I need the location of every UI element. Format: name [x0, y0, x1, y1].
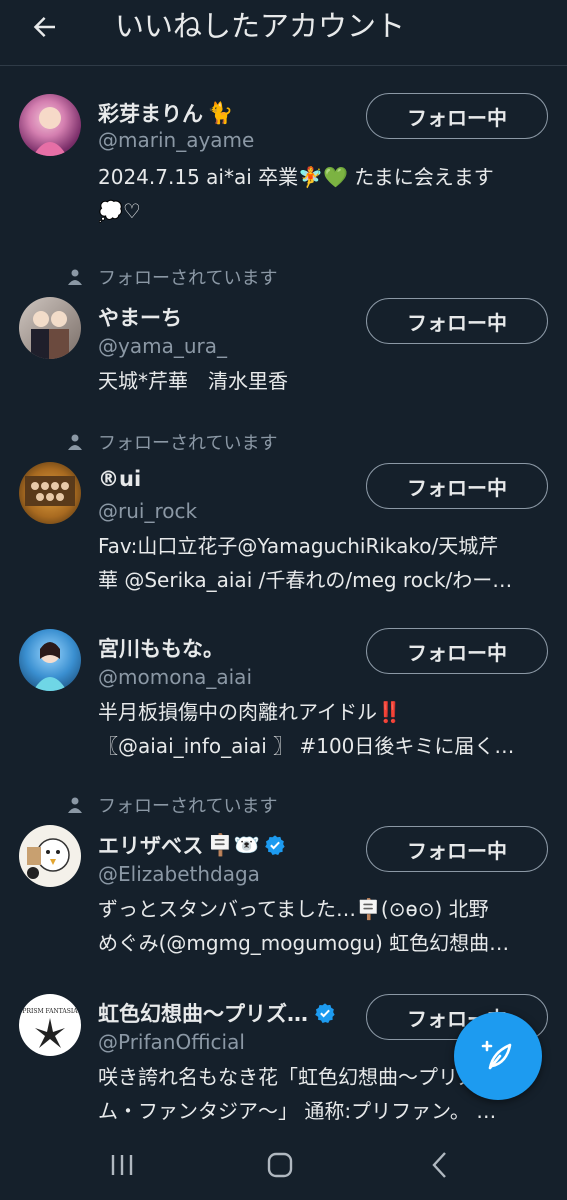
following-button[interactable]: フォロー中 — [366, 628, 548, 674]
bio: 天城*芹華 清水里香 — [98, 369, 288, 393]
following-button[interactable]: フォロー中 — [366, 298, 548, 344]
username: @marin_ayame — [98, 128, 255, 152]
back-button[interactable] — [28, 10, 62, 44]
username: @PrifanOfficial — [98, 1030, 245, 1054]
following-button[interactable]: フォロー中 — [366, 826, 548, 872]
following-button[interactable]: フォロー中 — [366, 93, 548, 139]
verified-badge-icon — [315, 1003, 335, 1023]
display-name[interactable]: やまーち — [98, 302, 182, 332]
person-icon — [68, 797, 82, 813]
recents-button[interactable] — [105, 1148, 139, 1182]
avatar[interactable] — [19, 94, 81, 156]
compose-button[interactable] — [454, 1012, 542, 1100]
bio: 半月板損傷中の肉離れアイドル‼️ 〖@aiai_info_aiai 〗 #100… — [98, 700, 515, 758]
display-name[interactable]: 虹色幻想曲〜プリズ… — [98, 998, 336, 1028]
home-icon — [267, 1152, 293, 1178]
username: @yama_ura_ — [98, 334, 227, 358]
bio: 2024.7.15 ai*ai 卒業🧚💚 たまに会えます 💭♡ — [98, 165, 494, 223]
avatar[interactable] — [19, 462, 81, 524]
top-app-bar: いいねしたアカウント — [0, 0, 567, 66]
avatar[interactable] — [19, 825, 81, 887]
avatar[interactable] — [19, 629, 81, 691]
recents-icon — [111, 1155, 133, 1175]
person-icon — [68, 269, 82, 285]
home-button[interactable] — [263, 1148, 297, 1182]
system-navigation-bar — [0, 1130, 567, 1200]
svg-text:PRISM FANTASIA: PRISM FANTASIA — [22, 1008, 78, 1015]
avatar[interactable]: PRISM FANTASIA — [19, 994, 81, 1056]
display-name[interactable]: 宮川ももな。 — [98, 633, 224, 663]
bio: Fav:山口立花子@YamaguchiRikako/天城芹 華 @Serika_… — [98, 534, 513, 592]
display-name[interactable]: ®ui — [98, 467, 141, 491]
page-title: いいねしたアカウント — [115, 9, 406, 43]
arrow-left-icon — [33, 17, 55, 37]
following-button[interactable]: フォロー中 — [366, 463, 548, 509]
follows-you-label: フォローされています — [66, 792, 277, 818]
follows-you-label: フォローされています — [66, 264, 277, 290]
person-icon — [68, 434, 82, 450]
system-back-button[interactable] — [423, 1148, 457, 1182]
username: @Elizabethdaga — [98, 862, 260, 886]
avatar[interactable] — [19, 297, 81, 359]
verified-badge-icon — [264, 835, 285, 855]
bio: ずっとスタンバってました…🪧(⊙ө⊙) 北野 めぐみ(@mgmg_mogumog… — [98, 897, 510, 955]
compose-post-icon — [481, 1040, 512, 1070]
back-chevron-icon — [432, 1152, 446, 1178]
username: @momona_aiai — [98, 665, 252, 689]
display-name[interactable]: エリザベス 🪧🐻‍❄️ — [98, 830, 286, 860]
follows-you-label: フォローされています — [66, 429, 277, 455]
display-name[interactable]: 彩芽まりん 🐈 — [98, 98, 233, 128]
username: @rui_rock — [98, 499, 198, 523]
